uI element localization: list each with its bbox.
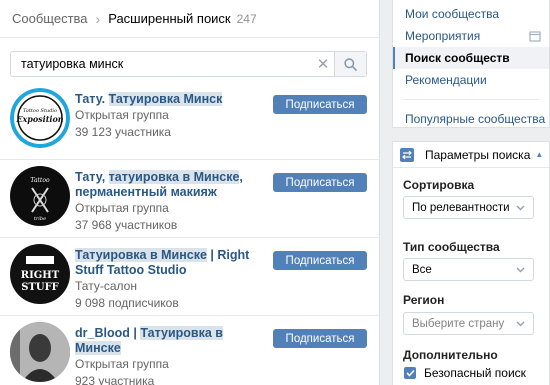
search-icon [344, 57, 357, 71]
result-type: Открытая группа [75, 201, 169, 215]
sort-label: Сортировка [403, 178, 475, 192]
list-item: RIGHT STUFF Татуировка в Минске | Right … [0, 238, 380, 316]
menu-item-label: Мероприятия [405, 29, 481, 43]
result-info: dr_Blood | Татуировка в Минске Открытая … [75, 326, 270, 385]
result-info: Татуировка в Минске | Right Stuff Tattoo… [75, 248, 270, 312]
avatar[interactable]: RIGHT STUFF [10, 244, 70, 304]
result-name-highlight: Татуировка в Минске [75, 248, 207, 262]
search-bar: ✕ [10, 51, 367, 77]
avatar-text-2: Exposition [15, 114, 63, 124]
subscribe-button[interactable]: Подписаться [273, 173, 367, 192]
main-panel: Сообщества › Расширенный поиск 247 ✕ [0, 0, 380, 385]
subscribe-button[interactable]: Подписаться [273, 95, 367, 114]
result-name-highlight: татуировка в Минске [108, 170, 240, 184]
result-info: Тату. Татуировка Минск Открытая группа 3… [75, 92, 270, 141]
breadcrumb: Сообщества › Расширенный поиск 247 [0, 0, 379, 38]
results-list: Tattoo Studio Exposition Тату. Татуировк… [0, 82, 380, 385]
result-members: 37 968 участников [75, 218, 178, 232]
subscribe-button[interactable]: Подписаться [273, 329, 367, 348]
region-label: Регион [403, 293, 445, 307]
result-type: Открытая группа [75, 357, 169, 371]
result-members: 923 участника [75, 374, 155, 385]
list-item: Tattoo Studio Exposition Тату. Татуировк… [0, 82, 380, 160]
list-item: Tattoo tribe Тату, татуировка в Минске, … [0, 160, 380, 238]
result-type: Тату-салон [75, 279, 137, 293]
chevron-up-icon: ▲ [535, 150, 544, 159]
result-type: Открытая группа [75, 108, 169, 122]
type-label: Тип сообщества [403, 240, 500, 254]
page-title: Расширенный поиск [108, 11, 231, 26]
result-members: 9 098 подписчиков [75, 296, 179, 310]
region-placeholder: Выберите страну [412, 317, 505, 330]
result-name[interactable]: Тату, татуировка в Минске, перманентный … [75, 170, 270, 200]
avatar-text-2: tribe [34, 216, 46, 222]
page: Сообщества › Расширенный поиск 247 ✕ [0, 0, 550, 385]
result-name[interactable]: Татуировка в Минске | Right Stuff Tattoo… [75, 248, 270, 278]
result-name-highlight: Татуировка Минск [108, 92, 223, 106]
sort-select[interactable]: По релевантности [403, 196, 534, 219]
result-info: Тату, татуировка в Минске, перманентный … [75, 170, 270, 234]
chevron-right-icon: › [95, 10, 101, 27]
menu-item-popular[interactable]: Популярные сообщества [393, 108, 549, 130]
list-item: dr_Blood | Татуировка в Минске Открытая … [0, 316, 380, 385]
safe-search-label: Безопасный поиск [424, 366, 526, 380]
subscribe-button[interactable]: Подписаться [273, 251, 367, 270]
search-button[interactable] [334, 52, 366, 76]
results-count: 247 [236, 11, 257, 26]
avatar-text-2: STUFF [21, 282, 59, 293]
result-name[interactable]: dr_Blood | Татуировка в Минске [75, 326, 270, 356]
type-select[interactable]: Все [403, 258, 534, 281]
safe-search-checkbox[interactable]: Безопасный поиск [404, 366, 526, 380]
chevron-down-icon [516, 321, 525, 326]
menu-item-recommendations[interactable]: Рекомендации [393, 69, 549, 91]
chevron-down-icon [516, 205, 525, 210]
avatar-text-1: Tattoo [30, 177, 50, 184]
result-name-plain: dr_Blood | [75, 326, 141, 340]
breadcrumb-communities[interactable]: Сообщества [12, 11, 88, 26]
menu-item-my-communities[interactable]: Мои сообщества [393, 3, 549, 25]
side-menu: Мои сообщества Мероприятия Поиск сообщес… [392, 0, 550, 128]
avatar[interactable]: Tattoo Studio Exposition [10, 88, 70, 148]
chevron-down-icon [516, 267, 525, 272]
search-input[interactable] [11, 52, 312, 76]
avatar[interactable]: Tattoo tribe [10, 166, 70, 226]
result-name[interactable]: Тату. Татуировка Минск [75, 92, 270, 107]
filter-icon [400, 147, 414, 162]
avatar[interactable] [10, 322, 70, 382]
calendar-icon[interactable] [529, 30, 541, 42]
result-name-plain: Тату. [75, 92, 109, 106]
menu-divider [403, 99, 539, 100]
menu-item-events[interactable]: Мероприятия [393, 25, 549, 47]
extra-label: Дополнительно [403, 348, 498, 362]
avatar-text-1: RIGHT [21, 270, 60, 281]
clear-icon[interactable]: ✕ [312, 52, 334, 76]
sort-value: По релевантности [412, 201, 510, 214]
filters-title: Параметры поиска [425, 147, 531, 162]
region-select[interactable]: Выберите страну [403, 312, 534, 335]
menu-item-search-communities[interactable]: Поиск сообществ [393, 47, 549, 69]
result-name-plain: Тату, [75, 170, 109, 184]
search-filters: Параметры поиска ▲ Сортировка По релеван… [392, 141, 550, 385]
type-value: Все [412, 263, 432, 276]
filters-header[interactable]: Параметры поиска ▲ [393, 142, 549, 168]
checkbox-checked-icon [404, 367, 416, 379]
result-members: 39 123 участника [75, 125, 171, 139]
